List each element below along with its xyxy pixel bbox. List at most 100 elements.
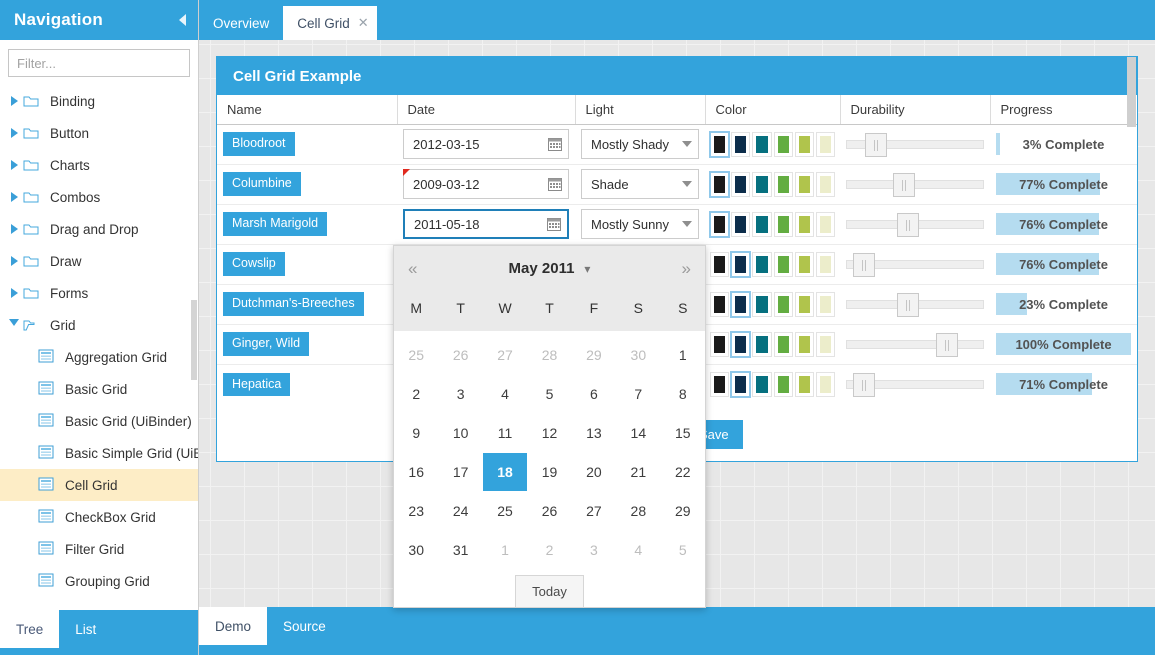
- day-cell[interactable]: 3: [438, 374, 482, 413]
- sidebar-item-basic-grid[interactable]: Basic Grid: [0, 373, 198, 405]
- caret-right-icon[interactable]: [6, 192, 22, 202]
- color-swatch[interactable]: [752, 291, 772, 317]
- color-swatch[interactable]: [773, 131, 793, 157]
- day-cell[interactable]: 3: [572, 530, 616, 569]
- color-swatch[interactable]: [794, 251, 814, 277]
- day-cell[interactable]: 2: [394, 374, 438, 413]
- chevron-double-right-icon[interactable]: »: [665, 259, 691, 279]
- day-cell[interactable]: 13: [572, 413, 616, 452]
- date-input[interactable]: 2011-05-18: [403, 209, 569, 239]
- sidebar-item-grid[interactable]: Grid: [0, 309, 198, 341]
- color-swatch[interactable]: [773, 171, 793, 197]
- color-swatch[interactable]: [731, 131, 751, 157]
- column-header-name[interactable]: Name: [217, 95, 398, 125]
- sidebar-item-charts[interactable]: Charts: [0, 149, 198, 181]
- day-cell[interactable]: 29: [572, 335, 616, 374]
- caret-right-icon[interactable]: [6, 224, 22, 234]
- day-cell[interactable]: 5: [527, 374, 571, 413]
- slider-handle[interactable]: [935, 333, 958, 357]
- durability-slider[interactable]: [846, 289, 984, 319]
- color-swatch[interactable]: [794, 331, 814, 357]
- caret-right-icon[interactable]: [6, 128, 22, 138]
- day-cell[interactable]: 23: [394, 491, 438, 530]
- day-cell[interactable]: 12: [527, 413, 571, 452]
- calendar-icon[interactable]: [547, 217, 561, 231]
- durability-slider[interactable]: [846, 129, 984, 159]
- color-swatch[interactable]: [752, 131, 772, 157]
- light-select[interactable]: Mostly Sunny: [581, 209, 699, 239]
- name-badge[interactable]: Cowslip: [223, 252, 285, 276]
- day-cell[interactable]: 29: [661, 491, 705, 530]
- slider-handle[interactable]: [865, 133, 888, 157]
- color-swatch[interactable]: [730, 330, 752, 358]
- column-header-color[interactable]: Color: [705, 95, 841, 125]
- column-header-light[interactable]: Light: [575, 95, 706, 125]
- day-cell[interactable]: 2: [527, 530, 571, 569]
- filter-input[interactable]: [9, 55, 198, 71]
- color-swatch[interactable]: [752, 171, 772, 197]
- sidebar-item-draw[interactable]: Draw: [0, 245, 198, 277]
- slider-handle[interactable]: [897, 293, 920, 317]
- chevron-double-left-icon[interactable]: «: [408, 259, 434, 279]
- sidebar-item-aggregation-grid[interactable]: Aggregation Grid: [0, 341, 198, 373]
- slider-handle[interactable]: [897, 213, 920, 237]
- day-cell[interactable]: 21: [616, 452, 660, 491]
- color-swatch[interactable]: [731, 211, 751, 237]
- color-swatch[interactable]: [794, 171, 814, 197]
- sidebar-item-grouping-grid[interactable]: Grouping Grid: [0, 565, 198, 597]
- day-cell[interactable]: 7: [616, 374, 660, 413]
- day-cell[interactable]: 10: [438, 413, 482, 452]
- durability-slider[interactable]: [846, 209, 984, 239]
- durability-slider[interactable]: [846, 369, 984, 399]
- color-swatch[interactable]: [794, 291, 814, 317]
- name-badge[interactable]: Marsh Marigold: [223, 212, 328, 236]
- day-cell[interactable]: 6: [572, 374, 616, 413]
- day-cell[interactable]: 25: [483, 491, 527, 530]
- sidebar-item-filter-grid[interactable]: Filter Grid: [0, 533, 198, 565]
- color-swatch[interactable]: [730, 250, 752, 278]
- color-swatch[interactable]: [794, 131, 814, 157]
- color-swatch[interactable]: [815, 331, 836, 357]
- day-cell[interactable]: 28: [527, 335, 571, 374]
- sidebar-item-combos[interactable]: Combos: [0, 181, 198, 213]
- color-swatch[interactable]: [709, 251, 730, 277]
- day-cell[interactable]: 11: [483, 413, 527, 452]
- day-cell[interactable]: 18: [482, 452, 528, 491]
- day-cell[interactable]: 14: [616, 413, 660, 452]
- day-cell[interactable]: 24: [438, 491, 482, 530]
- color-swatch[interactable]: [752, 331, 772, 357]
- color-swatch[interactable]: [752, 251, 772, 277]
- day-cell[interactable]: 26: [527, 491, 571, 530]
- color-swatch[interactable]: [773, 251, 793, 277]
- day-cell[interactable]: 19: [527, 452, 571, 491]
- caret-right-icon[interactable]: [6, 96, 22, 106]
- day-cell[interactable]: 8: [661, 374, 705, 413]
- day-cell[interactable]: 30: [394, 530, 438, 569]
- calendar-icon[interactable]: [548, 137, 562, 151]
- sidebar-item-forms[interactable]: Forms: [0, 277, 198, 309]
- slider-handle[interactable]: [892, 173, 915, 197]
- color-swatch[interactable]: [773, 211, 793, 237]
- day-cell[interactable]: 31: [438, 530, 482, 569]
- slider-handle[interactable]: [852, 253, 875, 277]
- sidebar-item-basic-simple-grid-uibi[interactable]: Basic Simple Grid (UiBi: [0, 437, 198, 469]
- color-swatch[interactable]: [730, 370, 752, 398]
- day-cell[interactable]: 4: [616, 530, 660, 569]
- day-cell[interactable]: 1: [483, 530, 527, 569]
- name-badge[interactable]: Bloodroot: [223, 132, 295, 156]
- day-cell[interactable]: 17: [438, 452, 482, 491]
- color-swatch[interactable]: [815, 291, 836, 317]
- name-badge[interactable]: Dutchman's-Breeches: [223, 292, 364, 316]
- day-cell[interactable]: 26: [438, 335, 482, 374]
- column-header-progress[interactable]: Progress: [990, 95, 1137, 125]
- color-swatch[interactable]: [815, 251, 836, 277]
- date-input[interactable]: 2009-03-12: [403, 169, 569, 199]
- sidebar-tab-tree[interactable]: Tree: [0, 610, 60, 648]
- durability-slider[interactable]: [846, 169, 984, 199]
- color-swatch[interactable]: [730, 290, 752, 318]
- day-cell[interactable]: 27: [572, 491, 616, 530]
- day-cell[interactable]: 15: [661, 413, 705, 452]
- today-button[interactable]: Today: [515, 575, 584, 608]
- name-badge[interactable]: Hepatica: [223, 372, 291, 396]
- color-swatch[interactable]: [773, 371, 793, 397]
